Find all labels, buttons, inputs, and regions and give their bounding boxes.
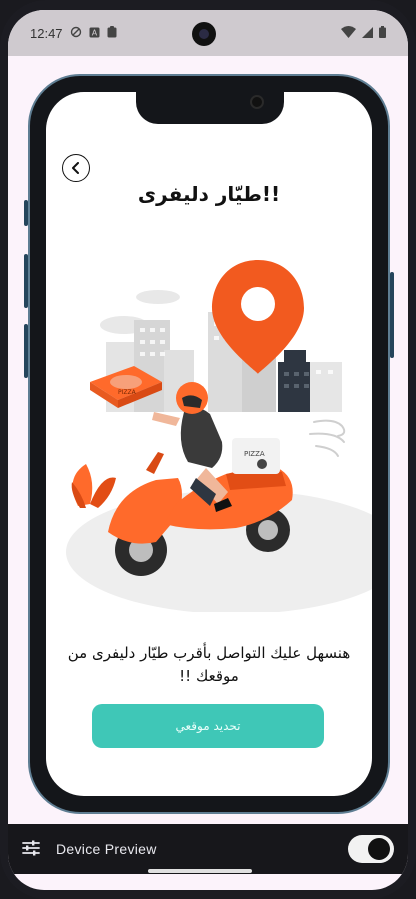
device-preview-toggle[interactable] (348, 835, 394, 863)
locate-me-button[interactable]: تحديد موقعي (92, 704, 324, 748)
dnd-icon (70, 26, 82, 41)
signal-icon (362, 26, 373, 41)
volume-down-button (24, 324, 28, 378)
home-indicator[interactable] (148, 869, 252, 873)
page-title: !!طيّار دليفرى (137, 182, 281, 206)
plant (71, 464, 116, 508)
locate-me-label: تحديد موقعي (175, 719, 241, 733)
wifi-icon (341, 25, 356, 41)
delivery-illustration: PIZZA PIZZA (66, 260, 372, 612)
chevron-left-icon (71, 159, 81, 178)
device-preview-bar: Device Preview (8, 824, 408, 874)
device-preview-frame: !!طيّار دليفرى PIZZA PIZZA هنسهل عليك ال… (24, 74, 394, 814)
svg-text:PIZZA: PIZZA (118, 389, 137, 396)
wind-lines (309, 419, 346, 457)
notch-camera (250, 95, 264, 109)
device-preview-label: Device Preview (56, 841, 157, 857)
front-camera (192, 22, 216, 46)
app-screen: !!طيّار دليفرى PIZZA PIZZA هنسهل عليك ال… (46, 92, 372, 796)
power-button (390, 272, 394, 358)
back-button[interactable] (62, 154, 90, 182)
phone-screen: 12:47 A !!طيّار دليفرى PIZZA PIZZA هنسهل… (8, 10, 408, 890)
tune-icon[interactable] (22, 840, 40, 859)
side-button (24, 200, 28, 226)
battery-icon (379, 25, 386, 41)
status-time: 12:47 (30, 25, 63, 41)
phone-frame: 12:47 A !!طيّار دليفرى PIZZA PIZZA هنسهل… (0, 0, 416, 899)
svg-text:PIZZA: PIZZA (244, 450, 265, 458)
clipboard-icon (107, 25, 117, 41)
description-text: هنسهل عليك التواصل بأقرب طيّار دليفرى من… (67, 644, 351, 685)
svg-text:A: A (91, 28, 97, 37)
autofill-icon: A (89, 26, 100, 41)
notch (136, 92, 284, 124)
toggle-knob (368, 838, 390, 860)
volume-up-button (24, 254, 28, 308)
